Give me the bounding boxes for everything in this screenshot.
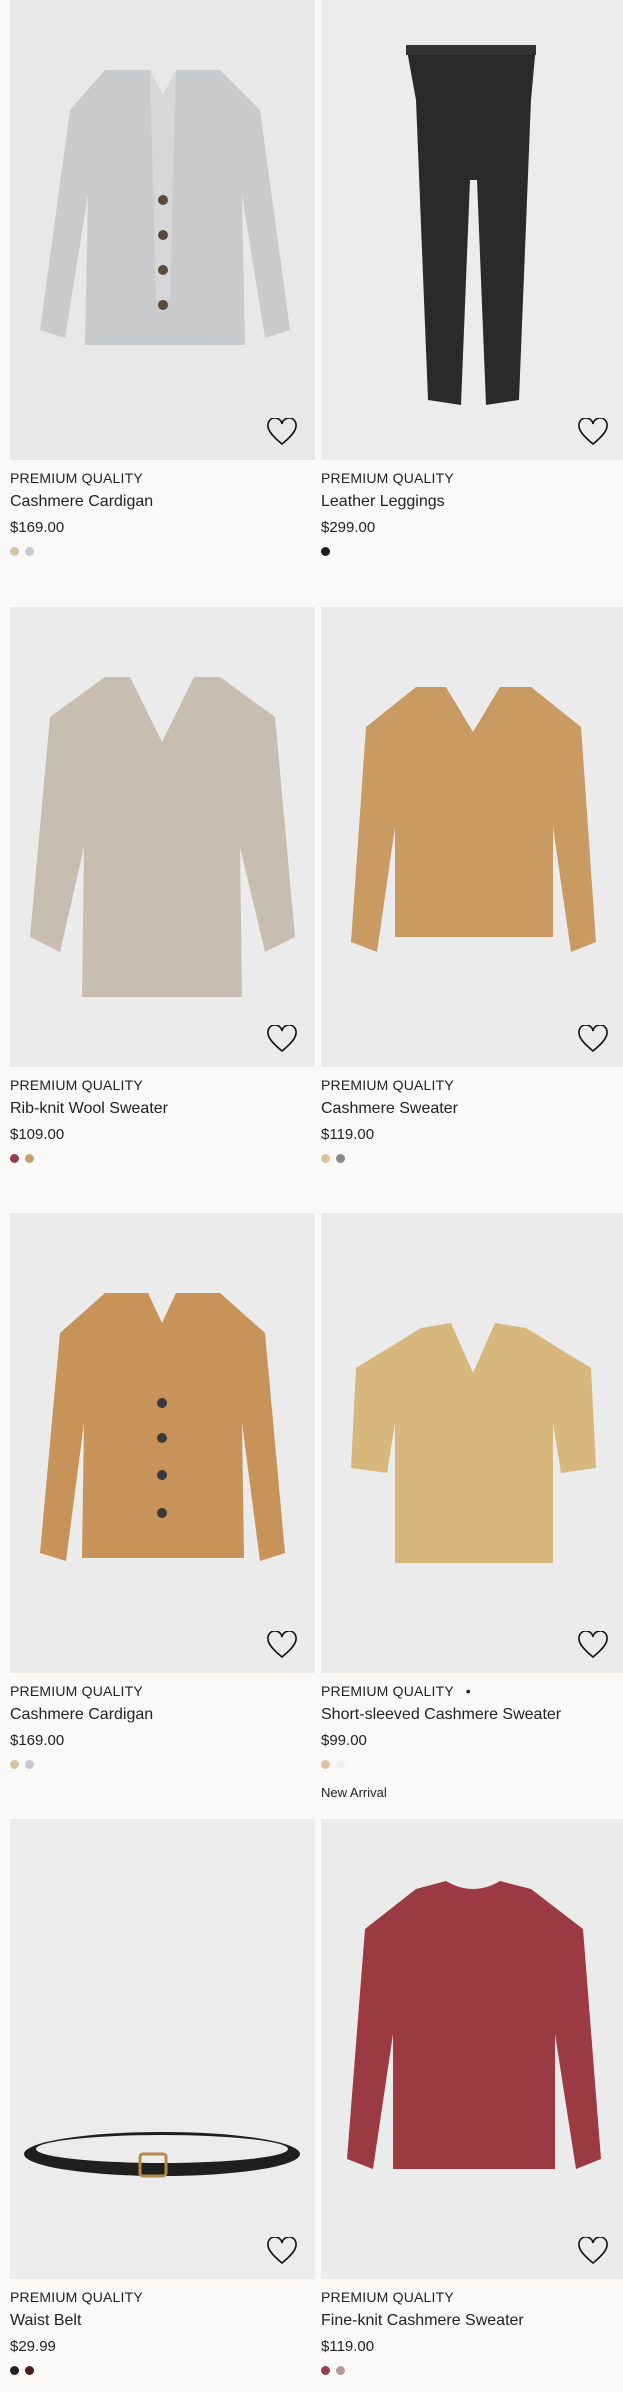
color-swatch[interactable] [25,1760,34,1769]
product-image[interactable] [321,607,623,1067]
color-swatch[interactable] [10,2366,19,2375]
product-card[interactable]: PREMIUM QUALITY Cashmere Sweater $119.00 [321,607,623,1163]
product-price: $119.00 [321,2338,375,2355]
product-label: PREMIUM QUALITY [321,1683,454,1699]
product-title[interactable]: Waist Belt [10,2310,315,2332]
heart-icon[interactable] [578,2237,608,2265]
product-price: $169.00 [10,1732,65,1749]
color-swatch[interactable] [336,2366,345,2375]
color-swatches [10,1154,315,1163]
color-swatches [321,2366,623,2375]
product-label: PREMIUM QUALITY [321,2289,454,2305]
color-swatch[interactable] [10,547,19,556]
cardigan-camel-image [10,1213,315,1673]
product-label-row: PREMIUM QUALITY • [321,1681,623,1701]
product-meta: PREMIUM QUALITY Cashmere Cardigan $169.0… [10,1673,315,1769]
product-image[interactable] [321,1819,623,2279]
heart-icon[interactable] [578,1631,608,1659]
product-meta: PREMIUM QUALITY Cashmere Sweater $119.00 [321,1067,623,1163]
product-image[interactable] [10,0,315,460]
color-swatch[interactable] [25,2366,34,2375]
color-swatches [321,1154,623,1163]
product-title[interactable]: Rib-knit Wool Sweater [10,1098,315,1120]
separator-dot: • [465,1683,471,1699]
color-swatches [10,2366,315,2375]
product-image[interactable] [321,1213,623,1673]
product-title[interactable]: Cashmere Cardigan [10,1704,315,1726]
color-swatches [321,547,623,556]
product-card[interactable]: PREMIUM QUALITY Fine-knit Cashmere Sweat… [321,1819,623,2375]
heart-icon[interactable] [267,418,297,446]
product-label: PREMIUM QUALITY [10,1077,143,1093]
product-image[interactable] [10,607,315,1067]
belt-image [10,1819,315,2279]
leggings-image [321,0,623,460]
heart-icon[interactable] [578,418,608,446]
product-price: $119.00 [321,1126,375,1143]
product-image[interactable] [10,1819,315,2279]
product-card[interactable]: PREMIUM QUALITY Leather Leggings $299.00 [321,0,623,556]
sweater-red-image [321,1819,623,2279]
new-arrival-badge: New Arrival [321,1785,387,1800]
product-label: PREMIUM QUALITY [321,1077,454,1093]
product-title[interactable]: Cashmere Sweater [321,1098,623,1120]
product-title[interactable]: Leather Leggings [321,491,623,513]
product-card[interactable]: PREMIUM QUALITY Cashmere Cardigan $169.0… [10,1213,315,1769]
product-price: $109.00 [10,1126,65,1143]
color-swatches [10,547,315,556]
color-swatch[interactable] [321,547,330,556]
product-price: $169.00 [10,519,65,536]
product-label: PREMIUM QUALITY [10,1683,143,1699]
color-swatch[interactable] [336,1760,345,1769]
color-swatch[interactable] [336,1154,345,1163]
color-swatch[interactable] [10,1154,19,1163]
heart-icon[interactable] [267,1025,297,1053]
product-image[interactable] [321,0,623,460]
color-swatch[interactable] [321,1760,330,1769]
product-label: PREMIUM QUALITY [321,470,454,486]
product-title[interactable]: Cashmere Cardigan [10,491,315,513]
heart-icon[interactable] [578,1025,608,1053]
color-swatch[interactable] [25,1154,34,1163]
color-swatch[interactable] [10,1760,19,1769]
product-meta: PREMIUM QUALITY • Short-sleeved Cashmere… [321,1673,623,1800]
product-title[interactable]: Fine-knit Cashmere Sweater [321,2310,623,2332]
product-price: $99.00 [321,1732,367,1749]
sweater-camel-image [321,607,623,1067]
product-label: PREMIUM QUALITY [10,2289,143,2305]
product-meta: PREMIUM QUALITY Fine-knit Cashmere Sweat… [321,2279,623,2375]
product-meta: PREMIUM QUALITY Rib-knit Wool Sweater $1… [10,1067,315,1163]
product-meta: PREMIUM QUALITY Cashmere Cardigan $169.0… [10,460,315,556]
color-swatch[interactable] [321,1154,330,1163]
heart-icon[interactable] [267,2237,297,2265]
polo-sweater-image [321,1213,623,1673]
color-swatch[interactable] [25,547,34,556]
product-card[interactable]: PREMIUM QUALITY • Short-sleeved Cashmere… [321,1213,623,1800]
color-swatches [10,1760,315,1769]
product-title[interactable]: Short-sleeved Cashmere Sweater [321,1704,623,1726]
product-meta: PREMIUM QUALITY Leather Leggings $299.00 [321,460,623,556]
product-price: $29.99 [10,2338,56,2355]
color-swatch[interactable] [321,2366,330,2375]
cardigan-grey-image [10,0,315,460]
product-label: PREMIUM QUALITY [10,470,143,486]
heart-icon[interactable] [267,1631,297,1659]
product-card[interactable]: PREMIUM QUALITY Rib-knit Wool Sweater $1… [10,607,315,1163]
product-price: $299.00 [321,519,376,536]
product-meta: PREMIUM QUALITY Waist Belt $29.99 [10,2279,315,2375]
product-card[interactable]: PREMIUM QUALITY Cashmere Cardigan $169.0… [10,0,315,556]
product-card[interactable]: PREMIUM QUALITY Waist Belt $29.99 [10,1819,315,2375]
color-swatches [321,1760,623,1769]
sweater-beige-image [10,607,315,1067]
product-image[interactable] [10,1213,315,1673]
